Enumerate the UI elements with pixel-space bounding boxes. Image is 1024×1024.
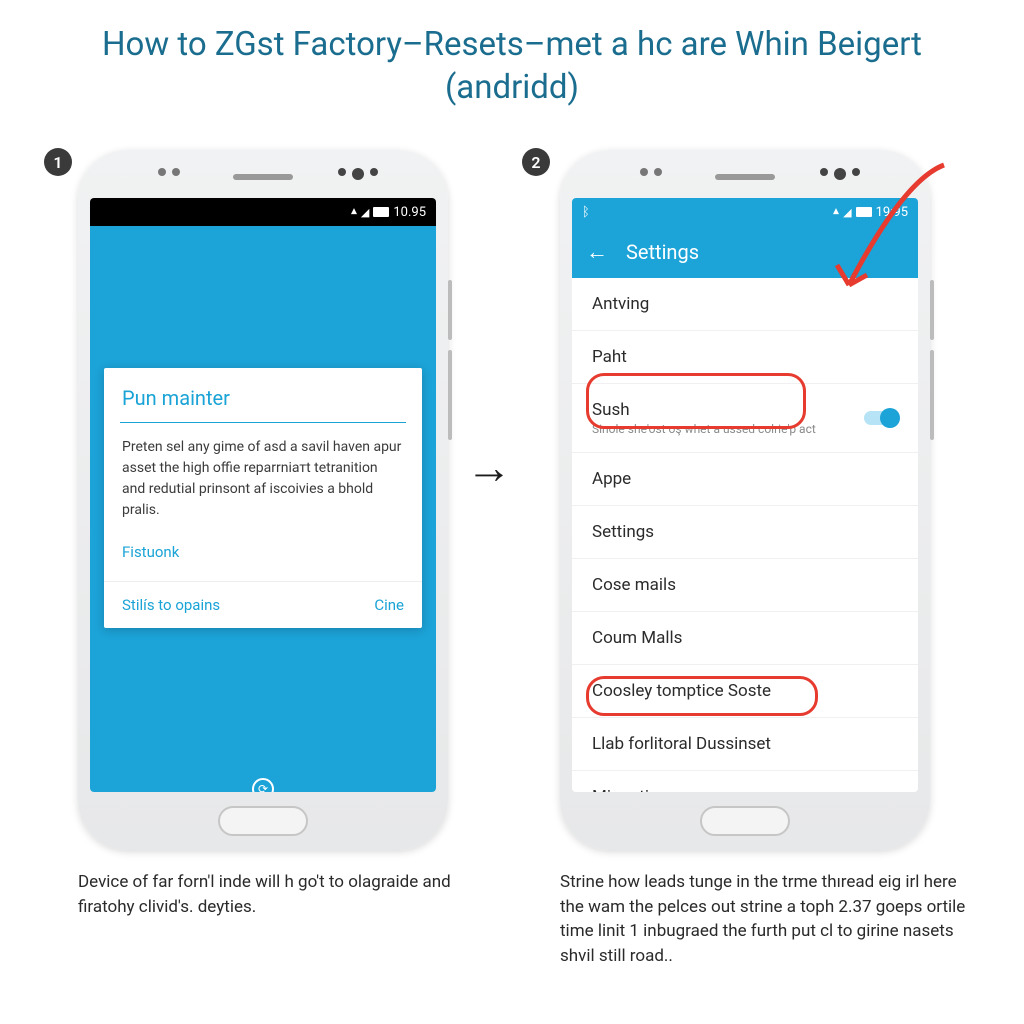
- battery-icon: [856, 207, 872, 217]
- sensor-dots-right: [820, 168, 860, 180]
- list-item-paht[interactable]: Paht: [572, 331, 918, 384]
- volume-down-button: [448, 350, 452, 440]
- dialog-backdrop: Pun mainter Preten sel any gime of asd a…: [90, 226, 436, 792]
- sensor-dots-left: [158, 168, 180, 176]
- volume-up-button: [448, 280, 452, 340]
- brand-logo-icon: ⟳: [252, 778, 274, 792]
- status-bar: ᛒ 19:95: [572, 198, 918, 226]
- arrow-right-icon: →: [466, 440, 512, 495]
- signal-icon: [843, 205, 851, 220]
- speaker-grille: [233, 174, 293, 180]
- list-item-coosley[interactable]: Coosley tomptice Soste: [572, 665, 918, 718]
- caption-step-2: Strine how leads tunge in the trme thıre…: [560, 870, 980, 969]
- dialog-title: Pun mainter: [104, 368, 422, 416]
- list-item-label: Sush: [592, 400, 816, 420]
- list-item-subtitle: Sinole she'ost оş whet a ussed colrie'p …: [592, 422, 816, 436]
- page-title: How to ZGst Factory–Resets–met a hc are …: [0, 0, 1024, 120]
- list-item-coum-malls[interactable]: Coum Malls: [572, 612, 918, 665]
- list-item-appe[interactable]: Appe: [572, 453, 918, 506]
- back-icon[interactable]: ←: [586, 239, 608, 265]
- step-badge-2: 2: [522, 148, 550, 176]
- volume-up-button: [930, 280, 934, 340]
- list-item-llab[interactable]: Llab forlitoral Dussinset: [572, 718, 918, 771]
- screen-2: ᛒ 19:95 ← Settings Antving Paht Sush Sin…: [572, 198, 918, 792]
- list-item-antving[interactable]: Antving: [572, 278, 918, 331]
- sensor-dots-left: [640, 168, 662, 176]
- phone-mockup-2: ᛒ 19:95 ← Settings Antving Paht Sush Sin…: [560, 150, 930, 850]
- list-item-mionation[interactable]: Mionation: [572, 771, 918, 792]
- bluetooth-icon: ᛒ: [582, 205, 590, 220]
- list-item-settings[interactable]: Settings: [572, 506, 918, 559]
- clock: 10.95: [393, 205, 426, 220]
- dialog-body: Preten sel any gime of asd a savil haven…: [104, 423, 422, 533]
- dialog-secondary-button[interactable]: Stilís to opains: [122, 596, 220, 614]
- clock: 19:95: [876, 205, 908, 220]
- phone-mockup-1: 10.95 Pun mainter Preten sel any gime of…: [78, 150, 448, 850]
- caption-step-1: Deviсe of far forn'l inde will h go't to…: [78, 870, 478, 919]
- status-bar: 10.95: [90, 198, 436, 226]
- home-button[interactable]: [700, 806, 790, 836]
- toggle-switch[interactable]: [864, 411, 898, 425]
- screen-1: 10.95 Pun mainter Preten sel any gime of…: [90, 198, 436, 792]
- wifi-icon: [351, 205, 357, 220]
- sensor-dots-right: [338, 168, 378, 180]
- home-button[interactable]: [218, 806, 308, 836]
- signal-icon: [361, 205, 369, 220]
- dialog-primary-button[interactable]: Cine: [374, 596, 404, 614]
- step-badge-1: 1: [44, 148, 72, 176]
- list-item-sush[interactable]: Sush Sinole she'ost оş whet a ussed colr…: [572, 384, 918, 453]
- settings-list: Antving Paht Sush Sinole she'ost оş whet…: [572, 278, 918, 792]
- speaker-grille: [715, 174, 775, 180]
- dialog-link[interactable]: Fistuonk: [104, 533, 422, 581]
- battery-icon: [373, 207, 389, 217]
- app-bar-title: Settings: [626, 240, 699, 264]
- dialog: Pun mainter Preten sel any gime of asd a…: [104, 368, 422, 628]
- app-bar: ← Settings: [572, 226, 918, 278]
- wifi-icon: [833, 205, 839, 220]
- volume-down-button: [930, 350, 934, 440]
- list-item-cose-mails[interactable]: Cose mails: [572, 559, 918, 612]
- dialog-actions: Stilís to opains Cine: [104, 581, 422, 628]
